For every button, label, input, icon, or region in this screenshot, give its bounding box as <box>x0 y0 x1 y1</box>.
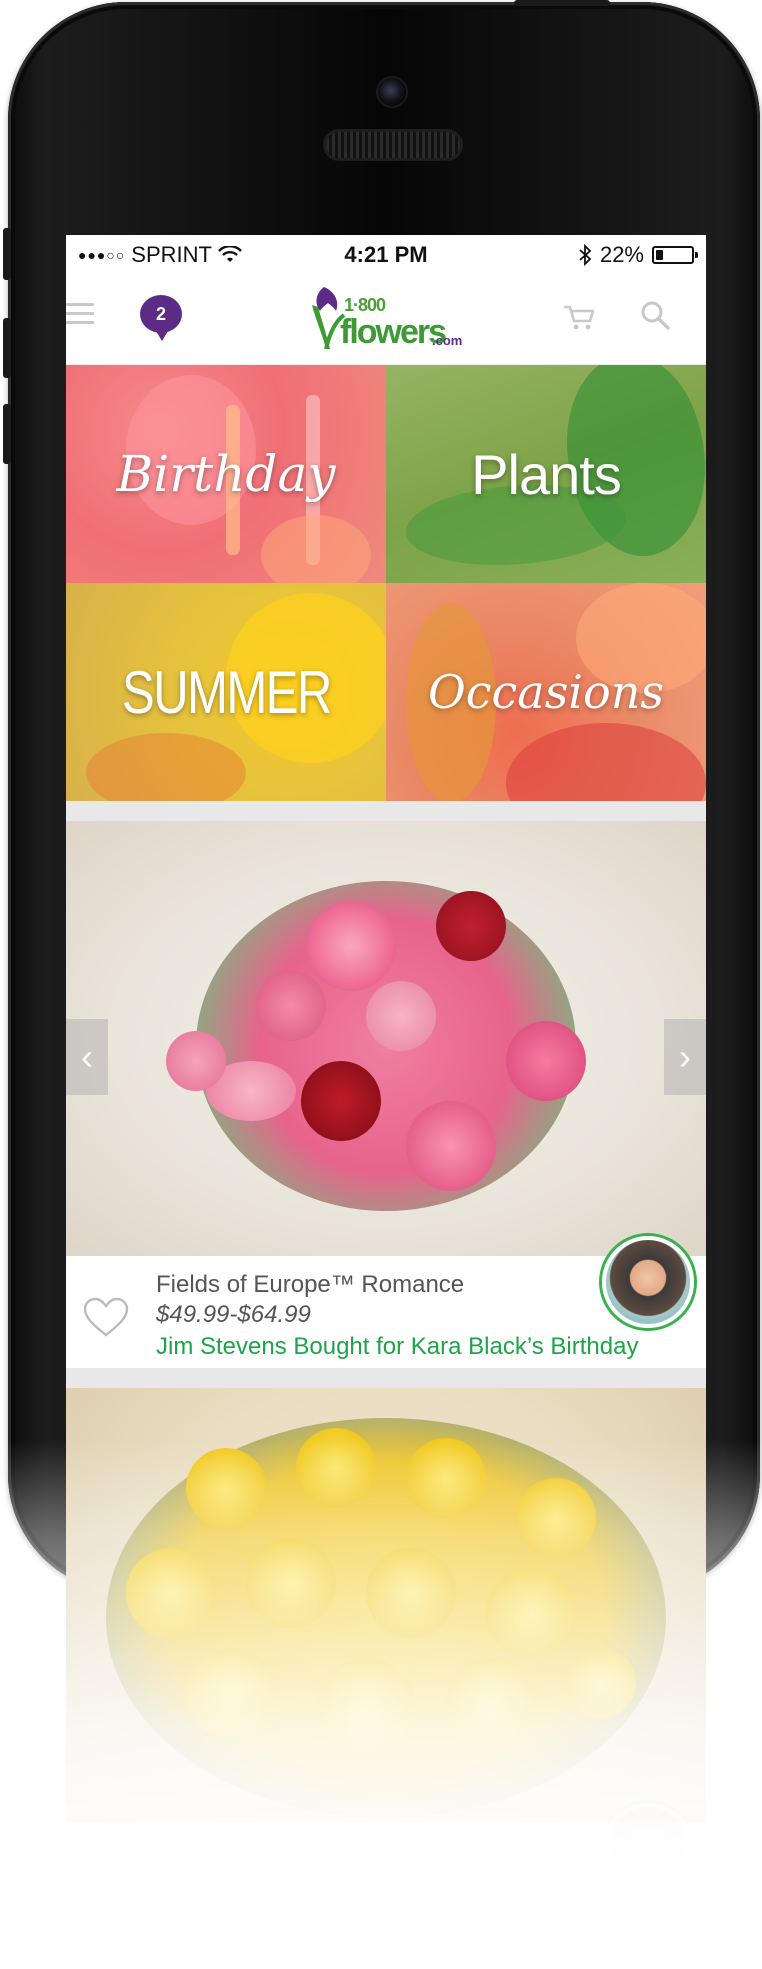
logo-wordmark: flowers <box>340 313 447 351</box>
category-tile-occasions[interactable]: Occasions <box>386 583 706 801</box>
product-image-bouquet[interactable] <box>66 1388 706 1823</box>
clock: 4:21 PM <box>344 242 428 267</box>
product-info: Sunshine Roses, 12-24 Stems $49.99 Ryan … <box>66 1803 706 1935</box>
chat-notification-badge[interactable]: 2 <box>140 295 182 341</box>
shopping-cart-icon[interactable] <box>562 303 596 331</box>
bluetooth-icon <box>579 244 592 266</box>
wifi-icon <box>218 246 242 262</box>
status-bar: ●●●○○ SPRINT 4:21 PM 22% <box>66 235 706 275</box>
category-tile-birthday[interactable]: Birthday <box>66 365 386 583</box>
carrier-name: SPRINT <box>131 242 212 267</box>
product-info: Fields of Europe™ Romance $49.99-$64.99 … <box>66 1236 706 1368</box>
purchase-note: Jim Stevens Bought for Kara Black’s Birt… <box>156 1333 639 1360</box>
search-icon[interactable] <box>639 299 671 331</box>
top-navigation-bar: 2 1·800 flowers .com <box>66 275 706 365</box>
section-divider <box>66 1368 706 1388</box>
battery-icon <box>652 246 698 264</box>
category-label: Occasions <box>428 665 664 719</box>
purchase-note: Ryan Chipman Bought This for Ellie Jones <box>156 1900 607 1927</box>
category-tile-summer[interactable]: SUMMER <box>66 583 386 801</box>
battery-percent: 22% <box>599 242 644 267</box>
brand-logo[interactable]: 1·800 flowers .com <box>304 285 464 353</box>
favorite-heart-icon[interactable] <box>82 1296 130 1338</box>
favorite-heart-icon[interactable] <box>82 1863 130 1905</box>
app-screen: ●●●○○ SPRINT 4:21 PM 22% 2 1·800 flowers… <box>66 235 706 1969</box>
volume-down-button <box>3 404 11 464</box>
product-card[interactable]: ‹ › Fields of Europe™ Romance $49.99-$64… <box>66 821 706 1368</box>
mute-switch <box>3 228 11 280</box>
category-label: SUMMER <box>121 658 332 726</box>
category-label: Plants <box>471 442 622 506</box>
product-card[interactable]: Sunshine Roses, 12-24 Stems $49.99 Ryan … <box>66 1388 706 1935</box>
volume-up-button <box>3 318 11 378</box>
front-camera <box>378 78 406 106</box>
category-grid: Birthday Plants SUMMER Occasions <box>66 365 706 801</box>
hamburger-menu-icon[interactable] <box>66 303 94 325</box>
logo-suffix: .com <box>432 333 463 348</box>
battery-level-fill <box>656 250 664 260</box>
category-label: Birthday <box>116 445 336 503</box>
carousel-prev-button[interactable]: ‹ <box>66 1019 108 1095</box>
category-tile-plants[interactable]: Plants <box>386 365 706 583</box>
carousel-next-button[interactable]: › <box>664 1019 706 1095</box>
buyer-avatar[interactable] <box>602 1236 694 1328</box>
signal-strength-icon: ●●●○○ <box>78 247 126 263</box>
earpiece-speaker <box>326 132 460 158</box>
buyer-avatar[interactable] <box>602 1803 694 1895</box>
section-divider <box>66 801 706 821</box>
power-button <box>514 0 610 6</box>
product-image-bouquet[interactable]: ‹ › <box>66 821 706 1256</box>
